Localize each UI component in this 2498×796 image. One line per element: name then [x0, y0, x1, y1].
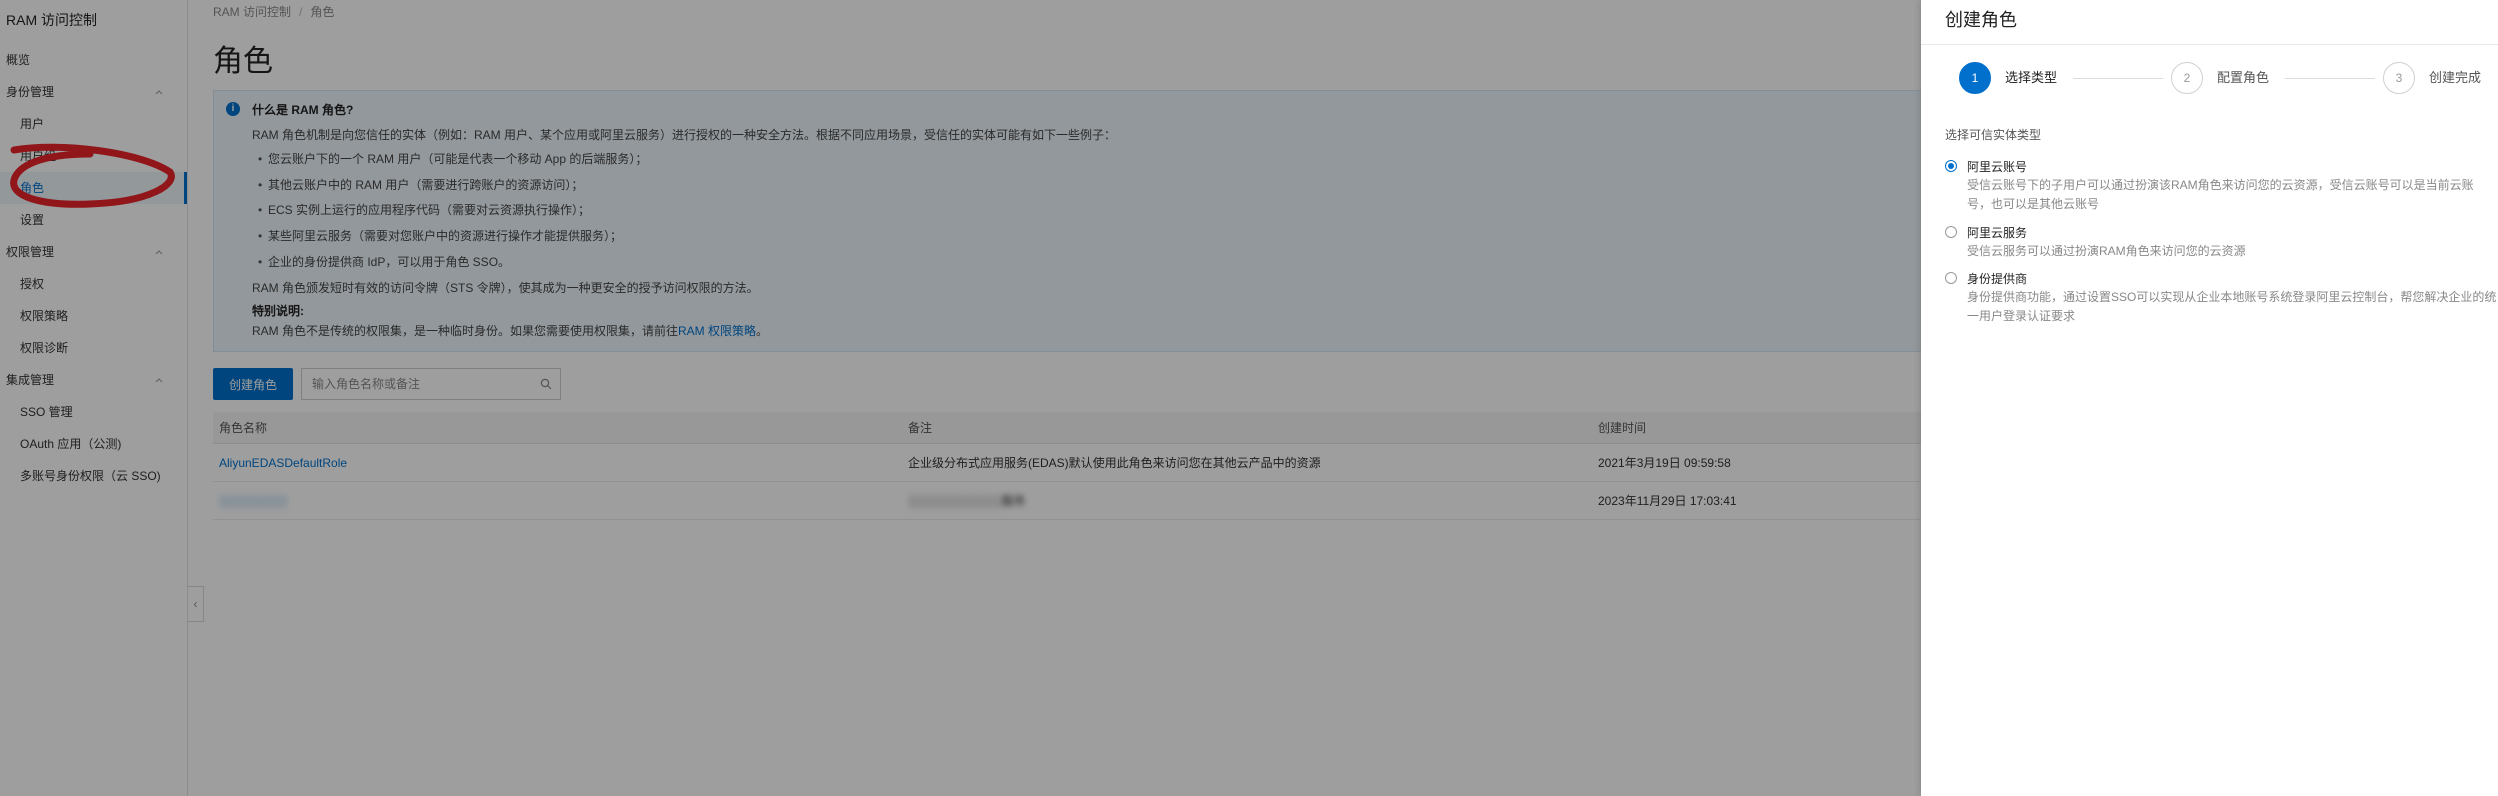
radio-button[interactable] — [1945, 160, 1957, 172]
option-title: 身份提供商 — [1967, 272, 2028, 286]
option-description: 受信云账号下的子用户可以通过扮演该RAM角色来访问您的云资源，受信云账号可以是当… — [1967, 178, 2474, 211]
step-label: 配置角色 — [2217, 70, 2270, 85]
option-alibaba-account[interactable]: 阿里云账号 受信云账号下的子用户可以通过扮演该RAM角色来访问您的云资源，受信云… — [1945, 158, 2498, 214]
option-description: 身份提供商功能，通过设置SSO可以实现从企业本地账号系统登录阿里云控制台，帮您解… — [1967, 290, 2497, 323]
divider — [1921, 44, 2498, 45]
step-number: 2 — [2171, 62, 2203, 94]
step-number: 3 — [2383, 62, 2415, 94]
trusted-entity-label: 选择可信实体类型 — [1945, 128, 2042, 142]
radio-button[interactable] — [1945, 226, 1957, 238]
option-alibaba-service[interactable]: 阿里云服务 受信云服务可以通过扮演RAM角色来访问您的云资源 — [1945, 224, 2498, 264]
radio-button[interactable] — [1945, 272, 1957, 284]
step-label: 选择类型 — [2005, 70, 2058, 85]
option-title: 阿里云服务 — [1967, 226, 2028, 240]
option-identity-provider[interactable]: 身份提供商 身份提供商功能，通过设置SSO可以实现从企业本地账号系统登录阿里云控… — [1945, 270, 2498, 326]
drawer-title: 创建角色 — [1945, 10, 2017, 30]
step-connector — [2285, 78, 2375, 79]
create-role-drawer: 创建角色 1 选择类型 2 配置角色 3 创建完成 选择可信实体类型 阿里云账号… — [1921, 0, 2498, 796]
option-title: 阿里云账号 — [1967, 160, 2028, 174]
step-connector — [2073, 78, 2163, 79]
step-number: 1 — [1959, 62, 1991, 94]
step-label: 创建完成 — [2429, 70, 2482, 85]
option-description: 受信云服务可以通过扮演RAM角色来访问您的云资源 — [1967, 244, 2246, 258]
step-indicator: 1 选择类型 2 配置角色 3 创建完成 — [1959, 62, 2498, 94]
